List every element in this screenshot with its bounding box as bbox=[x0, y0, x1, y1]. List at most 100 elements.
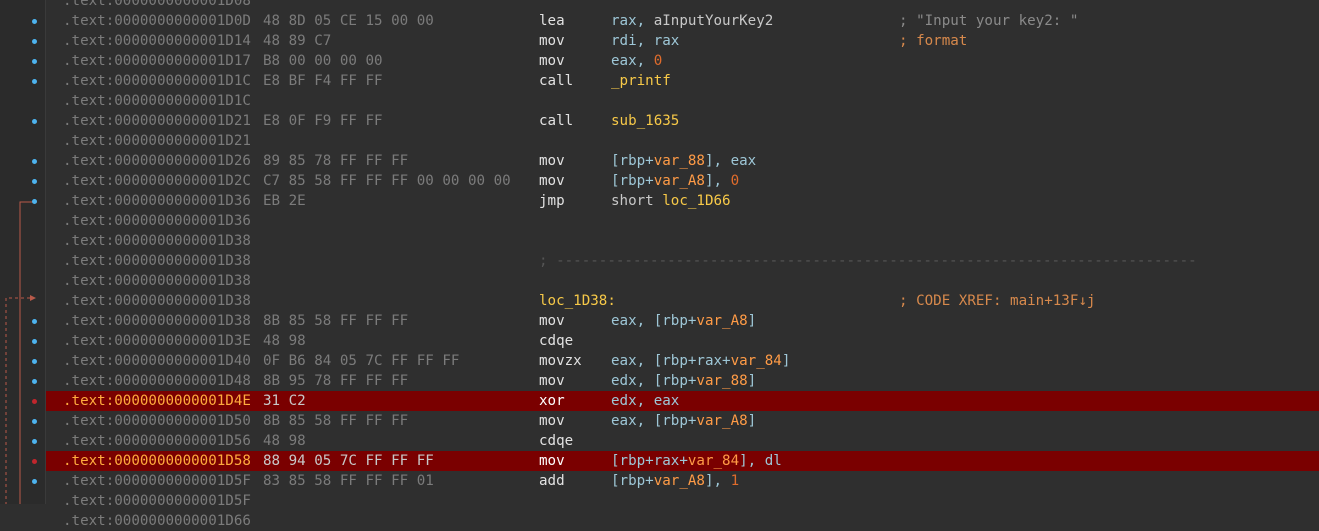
operand-token[interactable]: var_A8 bbox=[654, 473, 705, 489]
operand-token[interactable]: var_84 bbox=[688, 453, 739, 469]
mnemonic[interactable]: cdqe bbox=[539, 331, 573, 351]
address[interactable]: .text:0000000000001D5F bbox=[63, 471, 251, 491]
address[interactable]: .text:0000000000001D1C bbox=[63, 71, 251, 91]
operand-token[interactable]: _printf bbox=[611, 73, 671, 89]
operand-token[interactable]: var_A8 bbox=[654, 173, 705, 189]
disasm-line[interactable]: .text:0000000000001D48 8B 95 78 FF FF FF m… bbox=[0, 371, 1319, 391]
address[interactable]: .text:0000000000001D50 bbox=[63, 411, 251, 431]
disasm-line[interactable]: .text:0000000000001D17 B8 00 00 00 00 mov e… bbox=[0, 51, 1319, 71]
highlighted-line[interactable]: .text:0000000000001D4E 31 C2 xor edx, eax bbox=[0, 391, 1319, 411]
mnemonic[interactable]: lea bbox=[539, 11, 565, 31]
trace-dot-icon[interactable] bbox=[32, 379, 37, 384]
address[interactable]: .text:0000000000001D38 bbox=[63, 271, 251, 291]
operand-token[interactable]: var_A8 bbox=[696, 413, 747, 429]
address[interactable]: .text:0000000000001D38 bbox=[63, 231, 251, 251]
operands[interactable]: [rbp+var_A8], 1 bbox=[611, 471, 739, 491]
breakpoint-icon[interactable] bbox=[32, 459, 37, 464]
trace-dot-icon[interactable] bbox=[32, 359, 37, 364]
disasm-line[interactable]: .text:0000000000001D5F bbox=[0, 491, 1319, 511]
operands[interactable]: [rbp+var_88], eax bbox=[611, 151, 756, 171]
address[interactable]: .text:0000000000001D38 bbox=[63, 311, 251, 331]
disasm-line[interactable]: .text:0000000000001D0D 48 8D 05 CE 15 00 … bbox=[0, 11, 1319, 31]
operands[interactable]: [rbp+var_A8], 0 bbox=[611, 171, 739, 191]
address[interactable]: .text:0000000000001D4E bbox=[63, 391, 251, 411]
mnemonic[interactable]: call bbox=[539, 111, 573, 131]
address[interactable]: .text:0000000000001D5F bbox=[63, 491, 251, 511]
disasm-line[interactable]: .text:0000000000001D21 E8 0F F9 FF FF call… bbox=[0, 111, 1319, 131]
operands[interactable]: eax, [rbp+rax+var_84] bbox=[611, 351, 790, 371]
trace-dot-icon[interactable] bbox=[32, 19, 37, 24]
disasm-line[interactable]: .text:0000000000001D36 EB 2E jmp short loc_… bbox=[0, 191, 1319, 211]
trace-dot-icon[interactable] bbox=[32, 199, 37, 204]
operand-token[interactable]: sub_1635 bbox=[611, 113, 679, 129]
mnemonic[interactable]: movzx bbox=[539, 351, 582, 371]
disasm-line[interactable]: .text:0000000000001D3E 48 98 cdqe bbox=[0, 331, 1319, 351]
operands[interactable]: edx, [rbp+var_88] bbox=[611, 371, 756, 391]
disasm-line[interactable]: .text:0000000000001D36 bbox=[0, 211, 1319, 231]
address[interactable]: .text:0000000000001D58 bbox=[63, 451, 251, 471]
trace-dot-icon[interactable] bbox=[32, 119, 37, 124]
operands[interactable]: eax, 0 bbox=[611, 51, 662, 71]
address[interactable]: .text:0000000000001D66 bbox=[63, 511, 251, 531]
disasm-line[interactable]: .text:0000000000001D14 48 89 C7 mov rdi, ra… bbox=[0, 31, 1319, 51]
address[interactable]: .text:0000000000001D38 bbox=[63, 291, 251, 311]
operands[interactable]: eax, [rbp+var_A8] bbox=[611, 411, 756, 431]
trace-dot-icon[interactable] bbox=[32, 179, 37, 184]
trace-dot-icon[interactable] bbox=[32, 479, 37, 484]
mnemonic[interactable]: mov bbox=[539, 31, 565, 51]
address[interactable]: .text:0000000000001D36 bbox=[63, 191, 251, 211]
operands[interactable]: rax, aInputYourKey2 bbox=[611, 11, 773, 31]
trace-dot-icon[interactable] bbox=[32, 59, 37, 64]
operand-token[interactable]: var_88 bbox=[696, 373, 747, 389]
operand-token[interactable]: var_88 bbox=[654, 153, 705, 169]
disasm-line[interactable]: .text:0000000000001D38 loc_1D38: ; CODE XR… bbox=[0, 291, 1319, 311]
mnemonic[interactable]: xor bbox=[539, 391, 565, 411]
mnemonic[interactable]: mov bbox=[539, 451, 565, 471]
address[interactable]: .text:0000000000001D1C bbox=[63, 91, 251, 111]
operand-token[interactable]: var_A8 bbox=[696, 313, 747, 329]
trace-dot-icon[interactable] bbox=[32, 79, 37, 84]
address[interactable]: .text:0000000000001D3E bbox=[63, 331, 251, 351]
mnemonic[interactable]: cdqe bbox=[539, 431, 573, 451]
address[interactable]: .text:0000000000001D48 bbox=[63, 371, 251, 391]
address[interactable]: .text:0000000000001D17 bbox=[63, 51, 251, 71]
address[interactable]: .text:0000000000001D21 bbox=[63, 131, 251, 151]
address[interactable]: .text:0000000000001D40 bbox=[63, 351, 251, 371]
mnemonic[interactable]: mov bbox=[539, 411, 565, 431]
mnemonic[interactable]: mov bbox=[539, 51, 565, 71]
trace-dot-icon[interactable] bbox=[32, 39, 37, 44]
code-label[interactable]: loc_1D38: bbox=[539, 291, 616, 311]
operands[interactable]: eax, [rbp+var_A8] bbox=[611, 311, 756, 331]
operands[interactable]: edx, eax bbox=[611, 391, 679, 411]
mnemonic[interactable]: call bbox=[539, 71, 573, 91]
disasm-line[interactable]: .text:0000000000001D38 8B 85 58 FF FF FF m… bbox=[0, 311, 1319, 331]
disasm-line[interactable]: .text:0000000000001D38 bbox=[0, 271, 1319, 291]
mnemonic[interactable]: mov bbox=[539, 151, 565, 171]
mnemonic[interactable]: mov bbox=[539, 371, 565, 391]
operands[interactable]: short loc_1D66 bbox=[611, 191, 731, 211]
highlighted-line[interactable]: .text:0000000000001D58 88 94 05 7C FF FF … bbox=[0, 451, 1319, 471]
address[interactable]: .text:0000000000001D38 bbox=[63, 251, 251, 271]
trace-dot-icon[interactable] bbox=[32, 419, 37, 424]
disasm-line[interactable]: .text:0000000000001D21 bbox=[0, 131, 1319, 151]
disasm-line[interactable]: .text:0000000000001D26 89 85 78 FF FF FF m… bbox=[0, 151, 1319, 171]
address[interactable]: .text:0000000000001D56 bbox=[63, 431, 251, 451]
disasm-line[interactable]: .text:0000000000001D50 8B 85 58 FF FF FF m… bbox=[0, 411, 1319, 431]
operands[interactable]: [rbp+rax+var_84], dl bbox=[611, 451, 782, 471]
disasm-line[interactable]: .text:0000000000001D2C C7 85 58 FF FF FF … bbox=[0, 171, 1319, 191]
disasm-line[interactable]: .text:0000000000001D40 0F B6 84 05 7C FF … bbox=[0, 351, 1319, 371]
address[interactable]: .text:0000000000001D0D bbox=[63, 11, 251, 31]
disasm-line[interactable]: .text:0000000000001D38 ; ----------------… bbox=[0, 251, 1319, 271]
address[interactable]: .text:0000000000001D26 bbox=[63, 151, 251, 171]
operand-token[interactable]: loc_1D66 bbox=[662, 193, 730, 209]
mnemonic[interactable]: jmp bbox=[539, 191, 565, 211]
address[interactable]: .text:0000000000001D2C bbox=[63, 171, 251, 191]
address[interactable]: .text:0000000000001D36 bbox=[63, 211, 251, 231]
mnemonic[interactable]: mov bbox=[539, 311, 565, 331]
disasm-line[interactable]: .text:0000000000001D5F 83 85 58 FF FF FF … bbox=[0, 471, 1319, 491]
disasm-line[interactable]: .text:0000000000001D38 bbox=[0, 231, 1319, 251]
breakpoint-icon[interactable] bbox=[32, 399, 37, 404]
trace-dot-icon[interactable] bbox=[32, 339, 37, 344]
disasm-line[interactable]: .text:0000000000001D56 48 98 cdqe bbox=[0, 431, 1319, 451]
disasm-line[interactable]: .text:0000000000001D1C E8 BF F4 FF FF call… bbox=[0, 71, 1319, 91]
